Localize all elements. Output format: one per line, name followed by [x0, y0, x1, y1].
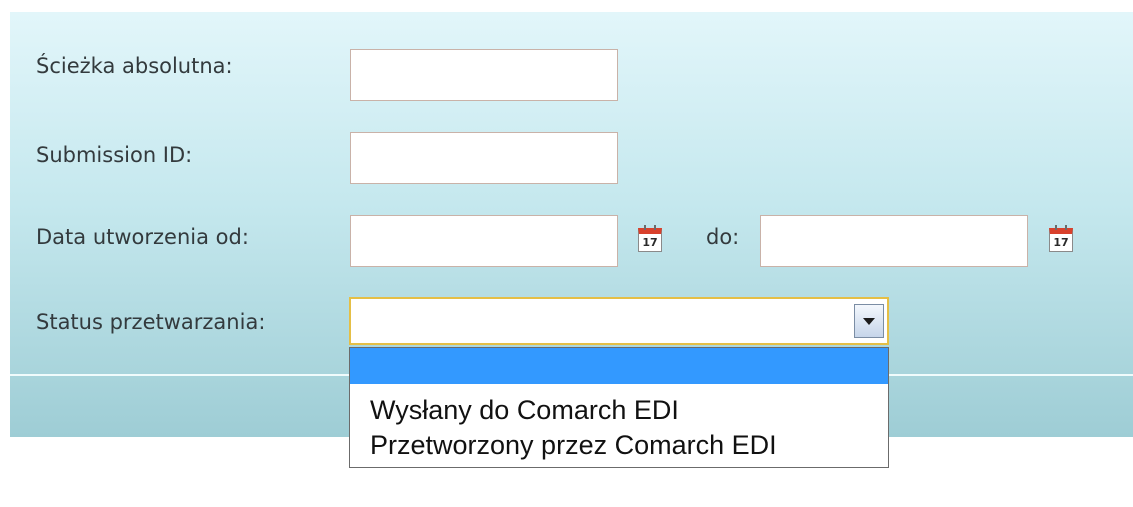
- date-from-label: Data utworzenia od:: [36, 225, 249, 249]
- chevron-down-icon: [863, 317, 875, 325]
- absolute-path-input[interactable]: [350, 49, 618, 101]
- calendar-icon[interactable]: 17: [638, 225, 662, 252]
- dropdown-option-sent[interactable]: Wysłany do Comarch EDI: [350, 391, 888, 429]
- dropdown-option-empty[interactable]: [350, 348, 888, 384]
- status-dropdown-list: Wysłany do Comarch EDI Przetworzony prze…: [349, 347, 889, 468]
- dropdown-option-processed[interactable]: Przetworzony przez Comarch EDI: [350, 426, 888, 464]
- status-select[interactable]: [349, 297, 889, 345]
- date-from-input[interactable]: [350, 215, 618, 267]
- absolute-path-label: Ścieżka absolutna:: [36, 54, 233, 78]
- date-to-input[interactable]: [760, 215, 1028, 267]
- calendar-icon[interactable]: 17: [1049, 225, 1073, 252]
- date-to-label: do:: [706, 225, 740, 249]
- submission-id-label: Submission ID:: [36, 143, 193, 167]
- status-label: Status przetwarzania:: [36, 310, 266, 334]
- dropdown-arrow-button[interactable]: [854, 304, 884, 338]
- submission-id-input[interactable]: [350, 132, 618, 184]
